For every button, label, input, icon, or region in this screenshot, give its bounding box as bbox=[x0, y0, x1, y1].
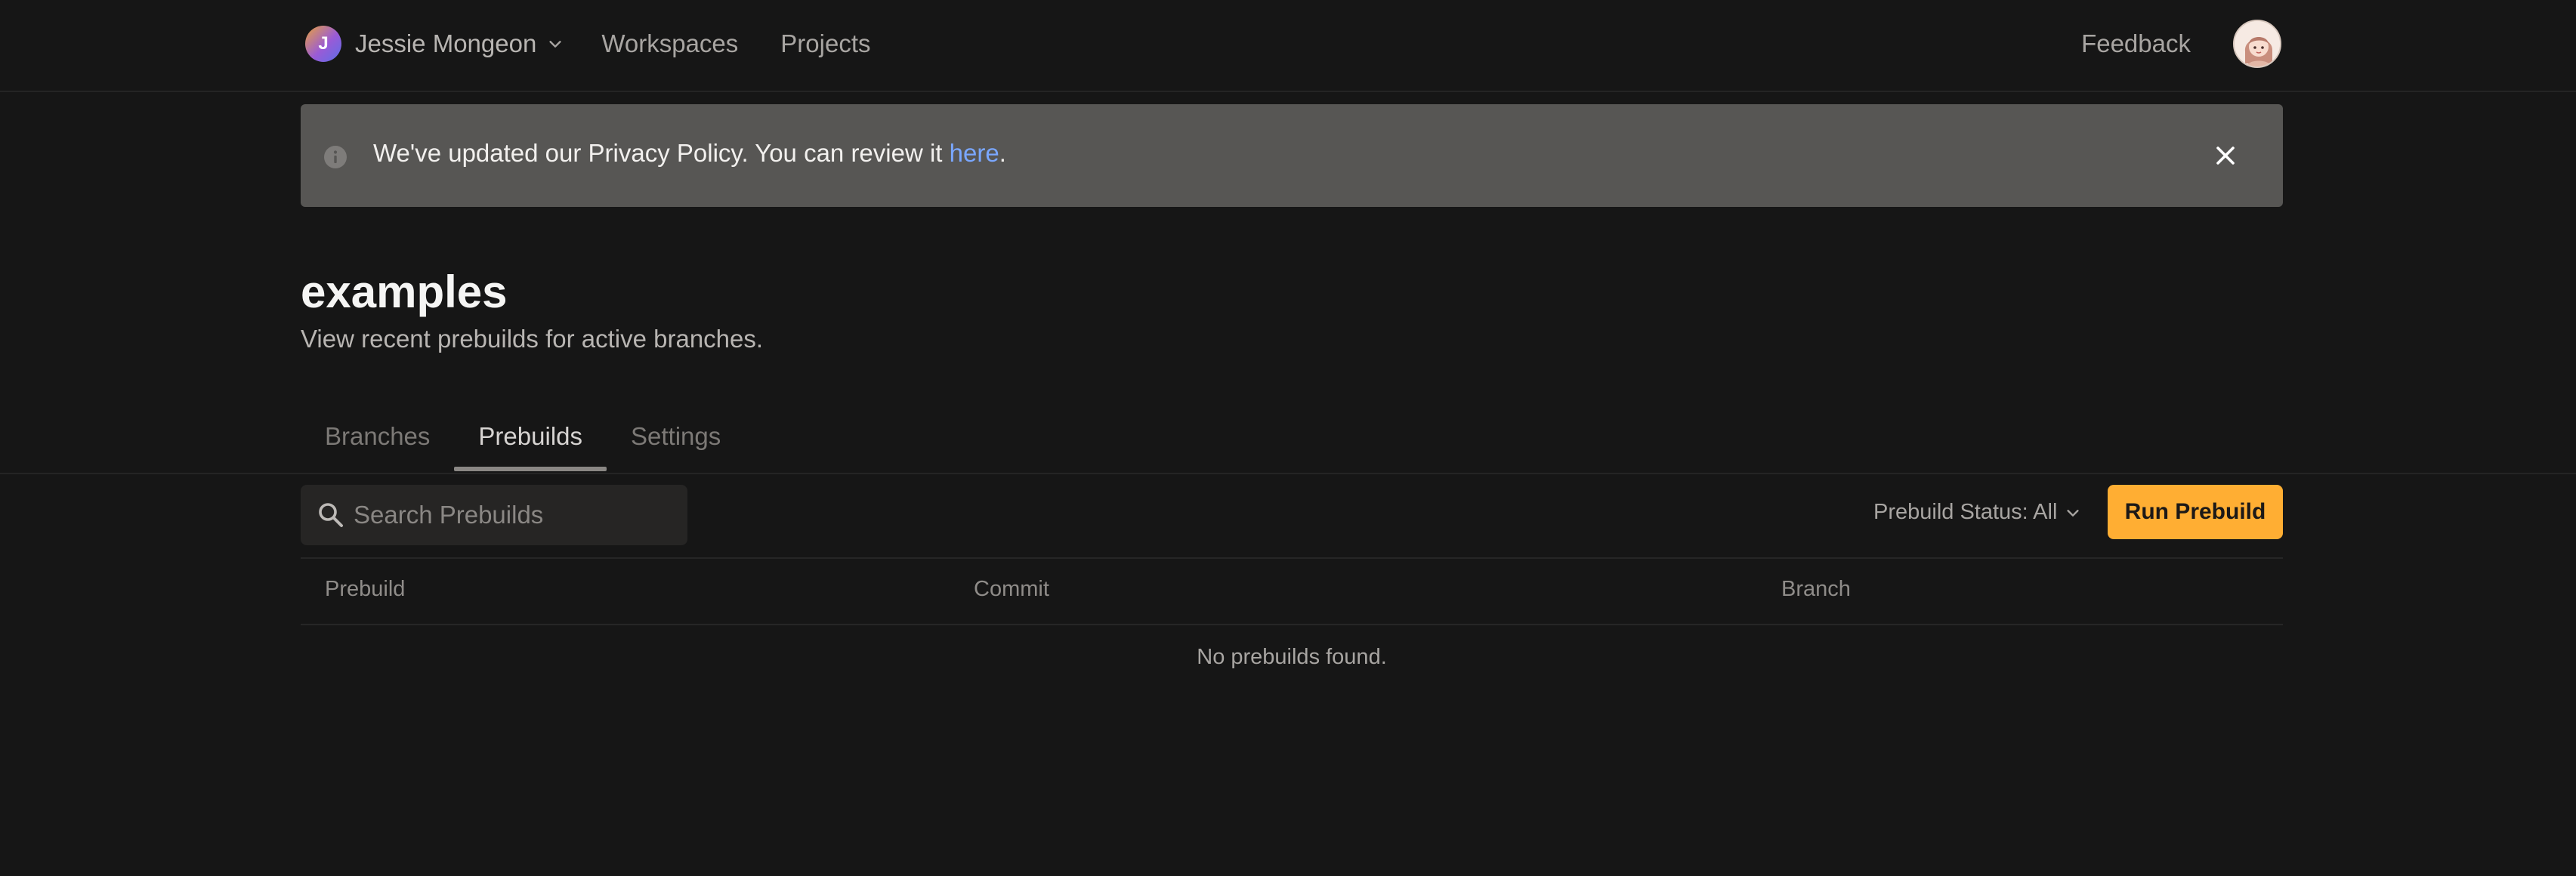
empty-state-message: No prebuilds found. bbox=[1197, 645, 1387, 669]
top-nav: J Jessie Mongeon Workspaces Projects Fee… bbox=[0, 0, 2576, 92]
run-prebuild-button[interactable]: Run Prebuild bbox=[2108, 485, 2283, 539]
prebuild-status-filter[interactable]: Prebuild Status: All bbox=[1873, 500, 2081, 525]
org-avatar[interactable]: J bbox=[305, 26, 341, 62]
tab-settings[interactable]: Settings bbox=[607, 414, 745, 473]
privacy-banner: We've updated our Privacy Policy. You ca… bbox=[301, 104, 2283, 207]
column-header-prebuild: Prebuild bbox=[325, 577, 406, 601]
banner-message: We've updated our Privacy Policy. You ca… bbox=[373, 139, 1006, 168]
search-input[interactable] bbox=[354, 485, 678, 545]
table-header: Prebuild Commit Branch bbox=[301, 557, 2283, 625]
nav-link-workspaces[interactable]: Workspaces bbox=[601, 29, 738, 58]
chevron-down-icon bbox=[2067, 509, 2080, 517]
nav-right: Feedback bbox=[2081, 20, 2281, 68]
banner-text-before: We've updated our Privacy Policy. You ca… bbox=[373, 139, 950, 167]
user-avatar[interactable] bbox=[2233, 20, 2281, 68]
privacy-policy-link[interactable]: here bbox=[950, 139, 999, 167]
nav-link-projects[interactable]: Projects bbox=[780, 29, 870, 58]
chevron-down-icon[interactable] bbox=[547, 35, 564, 52]
info-icon bbox=[324, 146, 347, 168]
project-tabs: Branches Prebuilds Settings bbox=[301, 414, 745, 474]
search-box bbox=[301, 485, 687, 545]
page-title: examples bbox=[301, 267, 508, 317]
search-icon bbox=[319, 503, 343, 527]
nav-left: J Jessie Mongeon Workspaces Projects bbox=[305, 21, 871, 66]
page-subtitle: View recent prebuilds for active branche… bbox=[301, 325, 764, 353]
user-avatar-image bbox=[2235, 21, 2280, 66]
tab-divider bbox=[0, 473, 2576, 474]
close-icon[interactable] bbox=[2212, 142, 2239, 169]
prebuild-status-label: Prebuild Status: All bbox=[1873, 500, 2058, 524]
column-header-commit: Commit bbox=[974, 577, 1049, 601]
tab-prebuilds[interactable]: Prebuilds bbox=[454, 414, 607, 473]
banner-text-after: . bbox=[999, 139, 1006, 167]
prebuilds-table: Prebuild Commit Branch No prebuilds foun… bbox=[301, 557, 2283, 669]
tab-branches[interactable]: Branches bbox=[301, 414, 454, 473]
org-switcher[interactable]: Jessie Mongeon bbox=[355, 29, 536, 58]
feedback-link[interactable]: Feedback bbox=[2081, 29, 2191, 58]
column-header-branch: Branch bbox=[1781, 577, 1851, 601]
